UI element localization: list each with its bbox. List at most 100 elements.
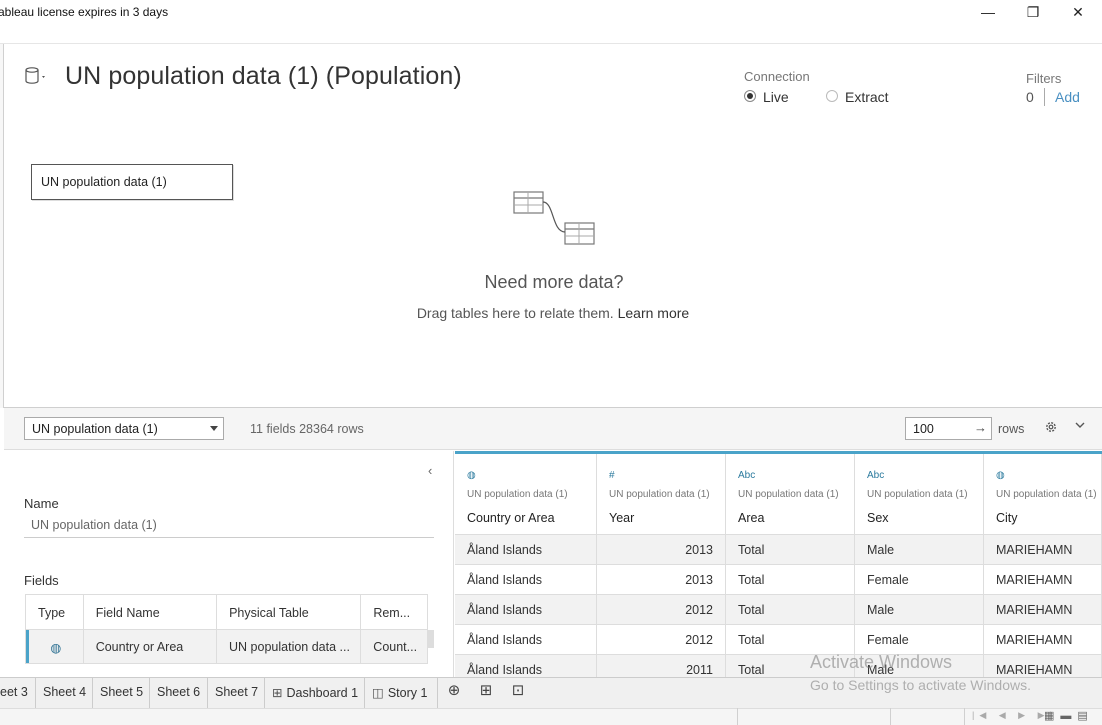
top-divider xyxy=(0,43,1102,44)
column-source: UN population data (1) xyxy=(609,489,710,500)
cell-city[interactable]: MARIEHAMN xyxy=(984,595,1102,625)
cell-city[interactable]: MARIEHAMN xyxy=(984,625,1102,655)
datasource-title[interactable]: UN population data (1) (Population) xyxy=(65,62,462,91)
extract-radio[interactable] xyxy=(826,90,838,102)
status-bar xyxy=(0,708,1102,725)
number-icon[interactable]: # xyxy=(609,470,615,481)
table-row[interactable]: Åland Islands 2011 Total Male MARIEHAMN xyxy=(455,654,1102,677)
grid-column-header[interactable]: ◍ UN population data (1) City xyxy=(984,454,1102,534)
need-more-data-title: Need more data? xyxy=(484,272,624,292)
cell-sex[interactable]: Female xyxy=(855,565,984,595)
restore-button[interactable]: ❐ xyxy=(1013,2,1053,22)
title-bar: ableau license expires in 3 days xyxy=(0,0,1102,26)
add-filter-link[interactable]: Add xyxy=(1055,89,1080,105)
dashboard-icon: ⊞ xyxy=(272,686,283,700)
column-name[interactable]: Year xyxy=(609,511,634,525)
new-story-button[interactable]: ⊡ xyxy=(505,681,531,703)
collapse-pane-icon[interactable]: ‹ xyxy=(428,463,432,478)
cell-city[interactable]: MARIEHAMN xyxy=(984,535,1102,565)
activate-windows-watermark: Activate Windows xyxy=(810,652,953,672)
live-radio[interactable] xyxy=(744,90,756,102)
cell-year[interactable]: 2012 xyxy=(597,595,726,625)
tab-sheet-4[interactable]: Sheet 4 xyxy=(36,677,93,708)
column-header-type[interactable]: Type xyxy=(26,595,84,629)
field-name-cell[interactable]: Country or Area xyxy=(84,630,218,663)
string-icon[interactable]: Abc xyxy=(867,470,884,481)
column-name[interactable]: Sex xyxy=(867,511,889,525)
globe-icon[interactable]: ◍ xyxy=(26,630,84,663)
name-field[interactable]: UN population data (1) xyxy=(31,518,157,532)
table-row[interactable]: Åland Islands 2013 Total Male MARIEHAMN xyxy=(455,534,1102,565)
drag-tables-hint: Drag tables here to relate them. xyxy=(416,305,614,321)
column-name[interactable]: Country or Area xyxy=(467,511,555,525)
table-row[interactable]: Åland Islands 2012 Total Female MARIEHAM… xyxy=(455,624,1102,655)
status-divider xyxy=(964,708,965,725)
window-title: ableau license expires in 3 days xyxy=(0,5,169,19)
cell-sex[interactable]: Male xyxy=(855,535,984,565)
column-header-physical-table[interactable]: Physical Table xyxy=(217,595,362,629)
cell-country[interactable]: Åland Islands xyxy=(455,535,597,565)
column-header-remote[interactable]: Rem... xyxy=(361,595,427,629)
learn-more-link[interactable]: Learn more xyxy=(618,305,690,321)
cell-year[interactable]: 2013 xyxy=(597,535,726,565)
cell-year[interactable]: 2012 xyxy=(597,625,726,655)
cell-area[interactable]: Total xyxy=(726,565,855,595)
grid-column-header[interactable]: ◍ UN population data (1) Country or Area xyxy=(455,454,597,534)
grid-column-header[interactable]: # UN population data (1) Year xyxy=(597,454,726,534)
new-worksheet-button[interactable]: ⊕ xyxy=(441,681,467,703)
new-dashboard-button[interactable]: ⊞ xyxy=(473,681,499,703)
table-row[interactable]: Åland Islands 2013 Total Female MARIEHAM… xyxy=(455,564,1102,595)
cell-year[interactable]: 2011 xyxy=(597,655,726,677)
cell-area[interactable]: Total xyxy=(726,535,855,565)
tab-sheet-3[interactable]: eet 3 xyxy=(0,677,36,708)
datasource-icon[interactable] xyxy=(25,67,47,85)
chevron-down-icon[interactable] xyxy=(1074,419,1086,431)
status-divider xyxy=(890,708,891,725)
fields-scrollbar[interactable] xyxy=(428,630,434,648)
cell-sex[interactable]: Male xyxy=(855,595,984,625)
cell-country[interactable]: Åland Islands xyxy=(455,565,597,595)
tab-label: eet 3 xyxy=(0,685,28,699)
minimize-button[interactable]: — xyxy=(968,2,1008,22)
tab-sheet-6[interactable]: Sheet 6 xyxy=(150,677,208,708)
live-label[interactable]: Live xyxy=(763,89,789,105)
tab-label: Sheet 4 xyxy=(43,685,87,699)
cell-year[interactable]: 2013 xyxy=(597,565,726,595)
cell-sex[interactable]: Female xyxy=(855,625,984,655)
cell-country[interactable]: Åland Islands xyxy=(455,595,597,625)
left-pane-strip[interactable] xyxy=(0,44,4,408)
globe-icon[interactable]: ◍ xyxy=(996,470,1005,481)
tab-dashboard-1[interactable]: ⊞ Dashboard 1 xyxy=(265,677,365,708)
fields-table-row[interactable]: ◍ Country or Area UN population data ...… xyxy=(26,629,427,663)
close-button[interactable]: ✕ xyxy=(1058,2,1098,22)
apply-arrow-icon[interactable]: → xyxy=(974,420,987,435)
grid-column-header[interactable]: Abc UN population data (1) Sex xyxy=(855,454,984,534)
cell-country[interactable]: Åland Islands xyxy=(455,655,597,677)
string-icon[interactable]: Abc xyxy=(738,470,755,481)
column-header-field-name[interactable]: Field Name xyxy=(84,595,218,629)
table-row[interactable]: Åland Islands 2012 Total Male MARIEHAMN xyxy=(455,594,1102,625)
cell-area[interactable]: Total xyxy=(726,595,855,625)
cell-area[interactable]: Total xyxy=(726,625,855,655)
canvas-table-box[interactable]: UN population data (1) xyxy=(31,164,233,200)
column-source: UN population data (1) xyxy=(738,489,839,500)
tab-sheet-5[interactable]: Sheet 5 xyxy=(93,677,150,708)
globe-icon[interactable]: ◍ xyxy=(467,470,476,481)
tab-sheet-7[interactable]: Sheet 7 xyxy=(208,677,265,708)
tab-story-1[interactable]: ◫ Story 1 xyxy=(365,677,438,708)
grid-column-header[interactable]: Abc UN population data (1) Area xyxy=(726,454,855,534)
filters-count: 0 xyxy=(1026,89,1034,105)
cell-country[interactable]: Åland Islands xyxy=(455,625,597,655)
cell-city[interactable]: MARIEHAMN xyxy=(984,655,1102,677)
name-field-underline xyxy=(24,537,434,538)
view-mode-icons[interactable]: ▦▬▤ xyxy=(1044,709,1094,722)
cell-city[interactable]: MARIEHAMN xyxy=(984,565,1102,595)
column-name[interactable]: City xyxy=(996,511,1018,525)
gear-icon[interactable] xyxy=(1044,420,1058,434)
column-name[interactable]: Area xyxy=(738,511,764,525)
need-more-data-text: Drag tables here to relate them. Learn m… xyxy=(0,305,1102,321)
rows-count-input[interactable]: 100 → xyxy=(905,417,992,440)
fields-table: Type Field Name Physical Table Rem... ◍ … xyxy=(25,594,428,664)
table-select-dropdown[interactable]: UN population data (1) xyxy=(24,417,224,440)
extract-label[interactable]: Extract xyxy=(845,89,889,105)
